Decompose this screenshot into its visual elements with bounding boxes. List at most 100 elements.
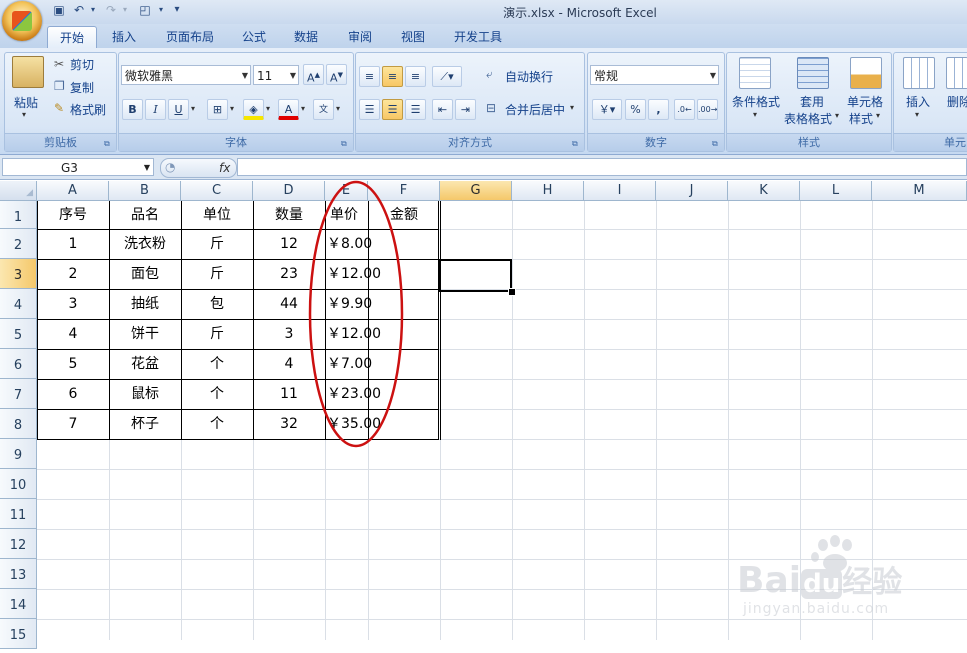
paste-button[interactable]: 粘贴 bbox=[14, 94, 38, 111]
row-header-2[interactable]: 2 bbox=[0, 229, 37, 259]
active-cell-g3[interactable] bbox=[439, 259, 512, 292]
print-preview-icon[interactable]: ◰ bbox=[138, 3, 152, 17]
table-cell[interactable]: 斤 bbox=[181, 319, 253, 349]
format-as-table-line1[interactable]: 套用 bbox=[800, 93, 824, 110]
customize-qat-icon[interactable]: ▾ bbox=[170, 3, 184, 17]
font-name-combo[interactable]: 微软雅黑 ▼ bbox=[121, 65, 251, 85]
cell-styles-dropdown-icon[interactable]: ▾ bbox=[876, 111, 880, 120]
row-header-5[interactable]: 5 bbox=[0, 319, 37, 349]
cut-button[interactable]: 剪切 bbox=[70, 56, 94, 73]
wrap-text-button[interactable]: 自动换行 bbox=[505, 68, 553, 85]
tab-formulas[interactable]: 公式 bbox=[236, 26, 272, 48]
column-header-h[interactable]: H bbox=[512, 181, 584, 201]
number-format-combo[interactable]: 常规 ▼ bbox=[590, 65, 719, 85]
percent-button[interactable]: % bbox=[625, 99, 646, 120]
table-cell[interactable]: 花盆 bbox=[109, 349, 181, 379]
table-cell[interactable]: 7 bbox=[37, 409, 109, 439]
insert-cells-button[interactable]: 插入 bbox=[906, 93, 930, 110]
fill-handle[interactable] bbox=[508, 288, 516, 296]
table-cell[interactable]: 5 bbox=[37, 349, 109, 379]
cell-styles-icon[interactable] bbox=[850, 57, 882, 89]
tab-view[interactable]: 视图 bbox=[395, 26, 431, 48]
tab-data[interactable]: 数据 bbox=[288, 26, 324, 48]
row-header-4[interactable]: 4 bbox=[0, 289, 37, 319]
conditional-format-button[interactable]: 条件格式 bbox=[732, 93, 780, 110]
insert-dropdown-icon[interactable]: ▾ bbox=[915, 110, 919, 119]
align-bottom-icon[interactable]: ≡ bbox=[405, 66, 426, 87]
italic-button[interactable]: I bbox=[145, 99, 166, 120]
select-all-button[interactable]: ◢ bbox=[0, 181, 37, 201]
fill-color-dropdown-icon[interactable]: ▾ bbox=[266, 104, 270, 113]
font-color-icon[interactable]: A bbox=[278, 99, 299, 120]
table-cell[interactable]: 面包 bbox=[109, 259, 181, 289]
table-cell[interactable]: 4 bbox=[37, 319, 109, 349]
table-cell[interactable]: 鼠标 bbox=[109, 379, 181, 409]
table-cell[interactable]: 抽纸 bbox=[109, 289, 181, 319]
comma-button[interactable]: , bbox=[648, 99, 669, 120]
phonetic-dropdown-icon[interactable]: ▾ bbox=[336, 104, 340, 113]
preview-dropdown-icon[interactable]: ▾ bbox=[154, 3, 168, 17]
table-cell[interactable]: 6 bbox=[37, 379, 109, 409]
formula-input[interactable] bbox=[237, 158, 967, 176]
fill-color-icon[interactable]: ◈ bbox=[243, 99, 264, 120]
borders-icon[interactable]: ⊞ bbox=[207, 99, 228, 120]
table-cell[interactable]: 斤 bbox=[181, 229, 253, 259]
format-as-table-line2[interactable]: 表格格式 bbox=[784, 110, 832, 127]
row-header-10[interactable]: 10 bbox=[0, 469, 37, 499]
delete-cells-icon[interactable] bbox=[946, 57, 967, 89]
row-header-11[interactable]: 11 bbox=[0, 499, 37, 529]
undo-icon[interactable]: ↶ bbox=[72, 3, 86, 17]
copy-button[interactable]: 复制 bbox=[70, 79, 94, 96]
tab-page-layout[interactable]: 页面布局 bbox=[160, 26, 220, 48]
decrease-indent-icon[interactable]: ⇤ bbox=[432, 99, 453, 120]
bold-button[interactable]: B bbox=[122, 99, 143, 120]
font-launcher-icon[interactable]: ⧉ bbox=[341, 139, 350, 148]
paste-icon[interactable] bbox=[12, 56, 44, 88]
row-header-13[interactable]: 13 bbox=[0, 559, 37, 589]
align-middle-icon[interactable]: ≡ bbox=[382, 66, 403, 87]
column-header-c[interactable]: C bbox=[181, 181, 253, 201]
phonetic-icon[interactable]: 文 bbox=[313, 99, 334, 120]
table-cell[interactable]: 1 bbox=[37, 229, 109, 259]
fx-button[interactable]: ◔ fx bbox=[160, 158, 237, 178]
table-header-cell[interactable]: 品名 bbox=[109, 201, 181, 229]
row-header-15[interactable]: 15 bbox=[0, 619, 37, 649]
align-left-icon[interactable]: ☰ bbox=[359, 99, 380, 120]
table-cell[interactable]: 洗衣粉 bbox=[109, 229, 181, 259]
shrink-font-button[interactable]: A▼ bbox=[326, 64, 347, 85]
name-box[interactable]: G3 ▼ bbox=[2, 158, 154, 176]
table-cell[interactable]: 个 bbox=[181, 379, 253, 409]
column-header-g[interactable]: G bbox=[440, 181, 512, 201]
table-cell[interactable]: 3 bbox=[37, 289, 109, 319]
table-cell[interactable]: 个 bbox=[181, 409, 253, 439]
column-header-j[interactable]: J bbox=[656, 181, 728, 201]
delete-cells-button[interactable]: 删除 bbox=[947, 93, 967, 110]
row-header-12[interactable]: 12 bbox=[0, 529, 37, 559]
column-header-m[interactable]: M bbox=[872, 181, 967, 201]
column-header-i[interactable]: I bbox=[584, 181, 656, 201]
table-header-cell[interactable]: 单位 bbox=[181, 201, 253, 229]
table-header-cell[interactable]: 序号 bbox=[37, 201, 109, 229]
row-header-14[interactable]: 14 bbox=[0, 589, 37, 619]
increase-indent-icon[interactable]: ⇥ bbox=[455, 99, 476, 120]
table-dropdown-icon[interactable]: ▾ bbox=[835, 111, 839, 120]
tab-insert[interactable]: 插入 bbox=[104, 26, 144, 48]
row-header-8[interactable]: 8 bbox=[0, 409, 37, 439]
save-icon[interactable]: ▣ bbox=[52, 3, 66, 17]
format-painter-button[interactable]: 格式刷 bbox=[70, 101, 106, 118]
font-size-combo[interactable]: 11 ▼ bbox=[253, 65, 299, 85]
format-as-table-icon[interactable] bbox=[797, 57, 829, 89]
underline-dropdown-icon[interactable]: ▾ bbox=[191, 104, 195, 113]
office-button[interactable] bbox=[2, 1, 42, 41]
row-header-1[interactable]: 1 bbox=[0, 201, 37, 229]
decrease-decimal-icon[interactable]: .00→ bbox=[697, 99, 718, 120]
underline-button[interactable]: U bbox=[168, 99, 189, 120]
table-cell[interactable]: 2 bbox=[37, 259, 109, 289]
table-cell[interactable]: 饼干 bbox=[109, 319, 181, 349]
row-header-7[interactable]: 7 bbox=[0, 379, 37, 409]
redo-dropdown-icon[interactable]: ▾ bbox=[118, 3, 132, 17]
merge-dropdown-icon[interactable]: ▾ bbox=[570, 103, 574, 112]
conditional-format-icon[interactable] bbox=[739, 57, 771, 89]
column-header-b[interactable]: B bbox=[109, 181, 181, 201]
tab-review[interactable]: 审阅 bbox=[342, 26, 378, 48]
